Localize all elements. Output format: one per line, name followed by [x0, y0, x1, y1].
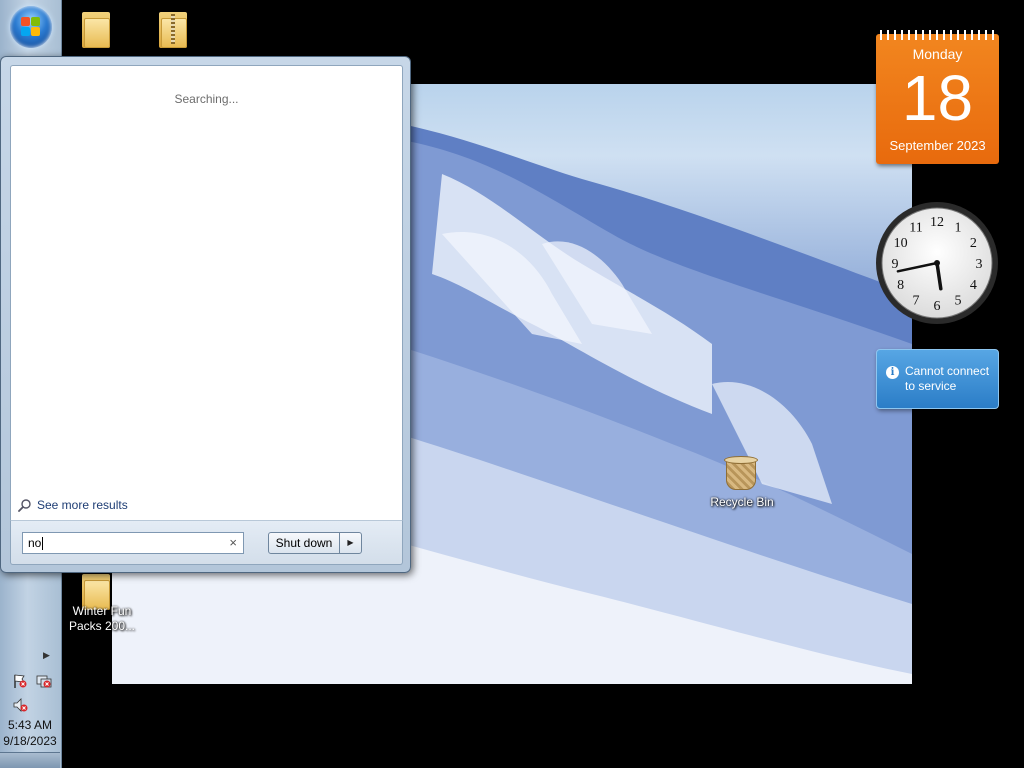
- info-icon: i: [886, 366, 899, 379]
- recycle-bin-label[interactable]: Recycle Bin: [700, 495, 784, 510]
- weather-error-message: Cannot connect to service: [905, 364, 990, 393]
- see-more-results-link[interactable]: See more results: [18, 498, 128, 512]
- show-hidden-icons-button[interactable]: ▶: [43, 651, 50, 661]
- clock-numeral: 5: [955, 293, 962, 308]
- start-search-input[interactable]: no ×: [22, 532, 244, 554]
- winter-fun-folder-icon[interactable]: [80, 570, 112, 610]
- taskbar-date: 9/18/2023: [3, 734, 57, 748]
- clock-numeral: 3: [976, 257, 983, 272]
- action-center-flag-icon[interactable]: [12, 673, 28, 689]
- searching-status: Searching...: [174, 92, 239, 106]
- see-more-results-label: See more results: [37, 498, 128, 512]
- clock-numeral: 4: [970, 278, 977, 293]
- calendar-rings: [880, 30, 995, 40]
- clock-numeral: 7: [913, 293, 920, 308]
- calendar-date: 18: [901, 62, 974, 134]
- search-input-value: no: [28, 536, 42, 550]
- volume-muted-icon[interactable]: [12, 697, 28, 713]
- clock-numeral: 11: [909, 221, 922, 236]
- start-menu: Searching... See more results no × Shut …: [0, 56, 411, 573]
- search-bar-area: no × Shut down ▶: [10, 520, 403, 565]
- clock-numeral: 1: [955, 221, 962, 236]
- magnifier-icon: [18, 499, 31, 512]
- recycle-bin-icon[interactable]: [722, 452, 760, 492]
- clock-numeral: 2: [970, 236, 977, 251]
- shut-down-button[interactable]: Shut down: [268, 532, 340, 554]
- text-caret: [42, 537, 44, 551]
- search-results-pane: Searching... See more results: [10, 65, 403, 521]
- taskbar-time: 5:43 AM: [7, 718, 53, 732]
- calendar-day: Monday: [912, 46, 963, 62]
- clear-search-button[interactable]: ×: [229, 535, 237, 550]
- desktop-folder-icon[interactable]: [80, 8, 112, 48]
- network-disconnected-icon[interactable]: [36, 673, 52, 689]
- clock-numeral: 10: [894, 236, 908, 251]
- shut-down-options-button[interactable]: ▶: [339, 532, 362, 554]
- calendar-gadget[interactable]: Monday 18 September 2023: [876, 30, 999, 164]
- windows-logo-icon: [21, 17, 41, 37]
- show-desktop-button[interactable]: [0, 752, 60, 768]
- clock-numeral: 8: [897, 278, 904, 293]
- taskbar-clock[interactable]: 5:43 AM 9/18/2023: [0, 717, 60, 749]
- clock-numeral: 9: [892, 257, 899, 272]
- clock-numeral: 6: [934, 299, 941, 314]
- clock-gadget[interactable]: 1234567891011 12: [874, 200, 1000, 326]
- clock-numeral: 12: [930, 215, 944, 230]
- start-button[interactable]: [10, 6, 52, 48]
- weather-gadget[interactable]: i Cannot connect to service: [876, 349, 999, 409]
- calendar-month: September 2023: [889, 138, 986, 153]
- winter-fun-folder-label[interactable]: Winter Fun Packs 200...: [66, 604, 138, 634]
- desktop-screen: ▶ 5:43 AM 9/18/2023 Winter Fun Packs 200…: [0, 0, 1024, 768]
- desktop-zip-folder-icon[interactable]: [157, 8, 189, 48]
